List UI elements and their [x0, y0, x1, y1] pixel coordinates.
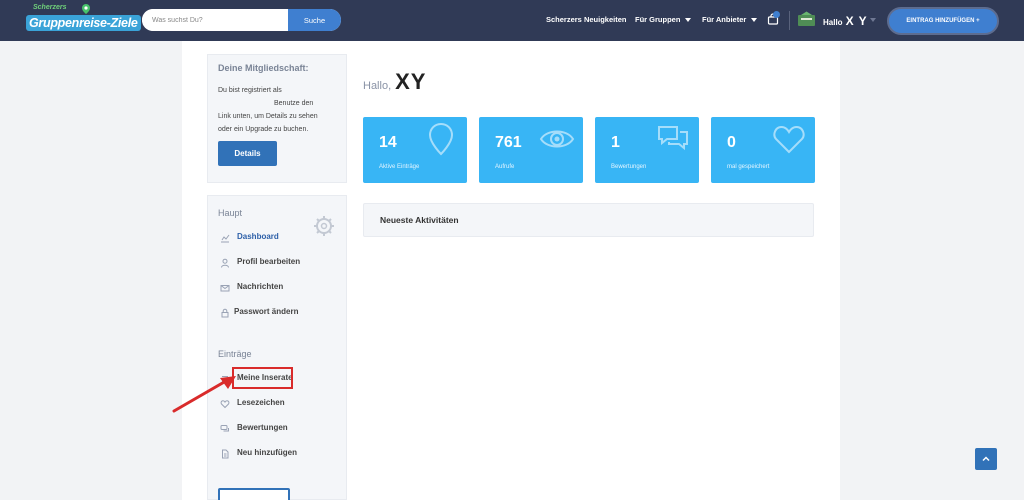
chart-icon — [221, 234, 230, 243]
membership-text-line: oder ein Upgrade zu buchen. — [218, 126, 309, 133]
sidebar-item-reviews[interactable]: Bewertungen — [218, 422, 328, 436]
comments-icon — [220, 425, 229, 432]
heart-icon — [773, 125, 805, 154]
recent-activity-title: Neueste Aktivitäten — [380, 215, 459, 225]
nav-link-news[interactable]: Scherzers Neuigkeiten — [546, 15, 626, 24]
add-entry-button[interactable]: EINTRAG HINZUFÜGEN + — [887, 7, 999, 35]
sidebar-item-profile[interactable]: Profil bearbeiten — [218, 256, 328, 270]
sidebar-item-label: Nachrichten — [237, 282, 284, 291]
details-button[interactable]: Details — [218, 141, 277, 166]
sidebar-item-password[interactable]: Passwort ändern — [218, 306, 328, 320]
search-input[interactable] — [142, 9, 288, 31]
user-greeting: Hallo — [823, 18, 843, 27]
stat-value: 14 — [379, 134, 397, 151]
scroll-to-top-button[interactable] — [975, 448, 997, 470]
stat-value: 1 — [611, 134, 620, 151]
chevron-down-icon — [751, 18, 758, 23]
sidebar-item-add-new[interactable]: Neu hinzufügen — [218, 447, 328, 461]
nav-link-groups[interactable]: Für Gruppen — [635, 15, 692, 24]
logo-small-text: Scherzers — [33, 4, 67, 11]
stat-card-active-entries: 14 Aktive Einträge — [363, 117, 467, 183]
sidebar-heading-main: Haupt — [218, 208, 243, 218]
sidebar-item-messages[interactable]: Nachrichten — [218, 281, 328, 295]
greeting-text: Hallo, — [363, 80, 392, 92]
stat-label: mal gespeichert — [727, 164, 770, 170]
chat-bubbles-icon — [658, 126, 688, 151]
sidebar-item-dashboard[interactable]: Dashboard — [218, 231, 328, 245]
recent-activity-panel: Neueste Aktivitäten — [363, 203, 814, 237]
avatar[interactable] — [797, 11, 816, 27]
stat-card-saved: 0 mal gespeichert — [711, 117, 815, 183]
sidebar-item-label: Lesezeichen — [237, 398, 285, 407]
sidebar-item-label: Neu hinzufügen — [237, 448, 297, 457]
header-divider — [789, 11, 790, 30]
stat-card-reviews: 1 Bewertungen — [595, 117, 699, 183]
top-navigation-bar: Scherzers Gruppenreise-Ziele Suche Scher… — [0, 0, 1024, 41]
stat-value: 0 — [727, 134, 736, 151]
chevron-down-icon[interactable] — [870, 18, 876, 22]
sidebar-item-label: Bewertungen — [237, 423, 288, 432]
chevron-down-icon — [685, 18, 692, 23]
membership-title: Deine Mitgliedschaft: — [218, 63, 309, 73]
map-pin-icon — [428, 122, 454, 156]
stat-label: Aktive Einträge — [379, 164, 420, 170]
dashboard-greeting: Hallo, XY — [363, 69, 426, 95]
search-bar: Suche — [142, 9, 341, 31]
red-arrow-annotation — [172, 376, 236, 413]
membership-text-line: Benutze den — [274, 100, 314, 107]
user-name: X Y — [845, 14, 868, 28]
stat-card-views: 761 Aufrufe — [479, 117, 583, 183]
sidebar-heading-entries: Einträge — [218, 349, 252, 359]
stat-label: Aufrufe — [495, 164, 515, 170]
stat-value: 761 — [495, 134, 522, 151]
membership-text-line: Link unten, um Details zu sehen — [218, 113, 318, 120]
sidebar-outline-button[interactable] — [218, 488, 290, 500]
greeting-name: XY — [395, 69, 427, 94]
sidebar-item-label: Dashboard — [237, 232, 279, 241]
highlight-box — [232, 367, 293, 389]
nav-link-providers[interactable]: Für Anbieter — [702, 15, 758, 24]
sidebar-item-label: Profil bearbeiten — [237, 257, 301, 266]
search-button[interactable]: Suche — [288, 9, 341, 31]
file-icon — [222, 449, 229, 459]
stat-label: Bewertungen — [611, 164, 647, 170]
membership-text: Du bist registriert als Benutze den Link… — [218, 84, 343, 136]
chevron-up-icon — [982, 456, 990, 462]
site-logo[interactable]: Scherzers Gruppenreise-Ziele — [26, 4, 141, 36]
sidebar-item-label: Passwort ändern — [234, 307, 299, 316]
envelope-icon — [220, 285, 230, 292]
user-menu[interactable]: Hallo X Y — [823, 12, 868, 30]
logo-main-text: Gruppenreise-Ziele — [26, 15, 141, 31]
lock-icon — [221, 308, 229, 318]
logo-pin-icon — [82, 4, 90, 14]
membership-text-line: Du bist registriert als — [218, 87, 282, 94]
cart-badge — [773, 11, 780, 18]
eye-icon — [539, 130, 575, 148]
user-icon — [221, 258, 229, 268]
